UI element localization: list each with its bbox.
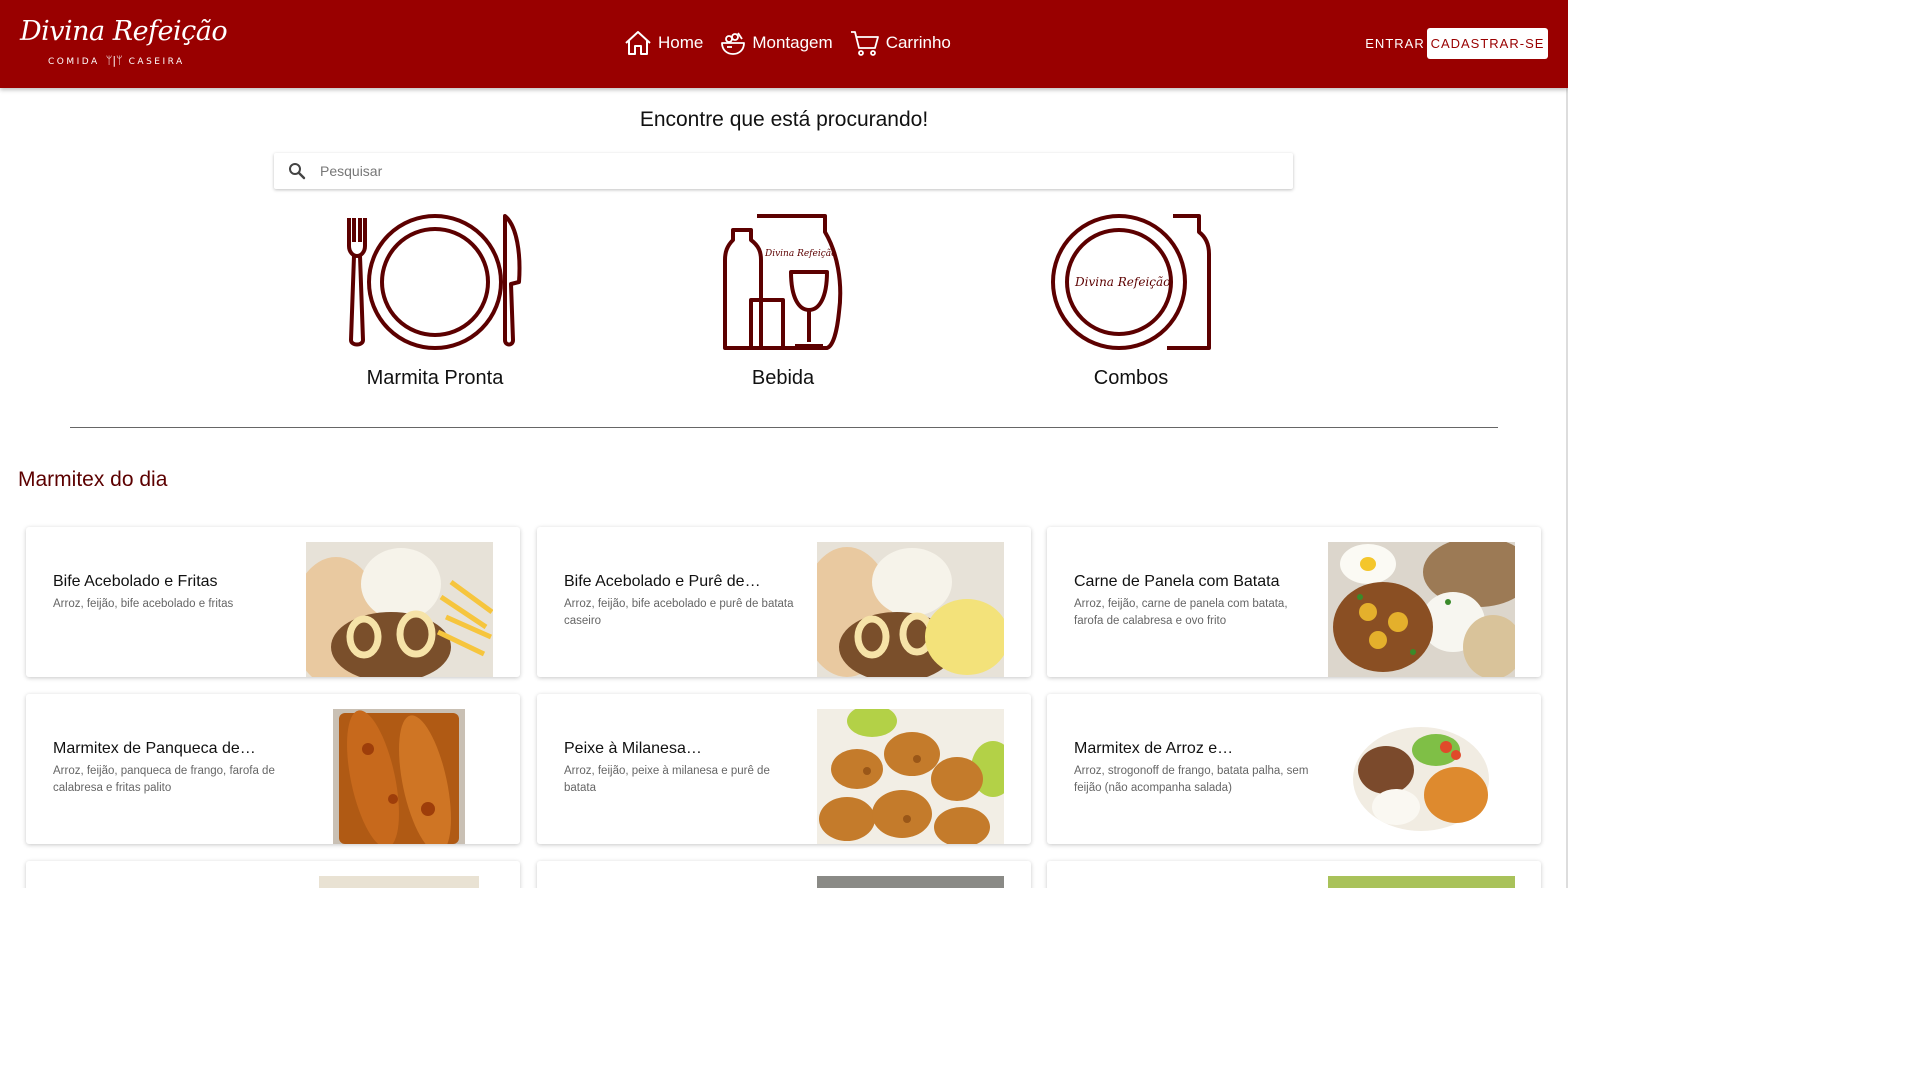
category-label: Combos: [1093, 367, 1169, 389]
product-description: Arroz, feijão, bife acebolado e purê de …: [564, 598, 794, 627]
product-description: Arroz, strogonoff de frango, batata palh…: [1074, 765, 1309, 794]
product-card[interactable]: [1047, 861, 1541, 888]
product-photo: [306, 542, 493, 677]
category-bebida[interactable]: Divina Refeição Bebida: [653, 212, 913, 392]
product-photo: [319, 876, 479, 888]
product-description: Arroz, feijão, bife acebolado e fritas: [53, 598, 234, 610]
scrollbar[interactable]: [1566, 0, 1568, 888]
brand-logo[interactable]: Divina Refeição COMIDA ᛘ|ᛘ CASEIRA: [18, 16, 228, 70]
section-divider: [70, 427, 1498, 428]
plate-cutlery-icon: [347, 214, 522, 350]
salad-bowl-icon: [721, 32, 746, 55]
product-photo: [1351, 725, 1491, 832]
product-photo: [817, 876, 1004, 888]
logo-sub-right: CASEIRA: [128, 57, 185, 67]
badge-text: Divina Refeição: [764, 248, 837, 259]
badge-text: Divina Refeição: [1074, 275, 1170, 289]
search-bar[interactable]: [274, 153, 1293, 189]
product-photo: [333, 709, 465, 844]
category-label: Marmita Pronta: [366, 367, 504, 389]
section-title: Marmitex do dia: [18, 468, 168, 491]
product-title: Marmitex de Panqueca de…: [53, 740, 256, 757]
category-label: Bebida: [751, 367, 815, 389]
product-title: Marmitex de Arroz e…: [1074, 740, 1234, 757]
product-card[interactable]: Peixe à Milanesa… Arroz, feijão, peixe à…: [537, 694, 1031, 844]
home-icon: [625, 31, 651, 55]
search-icon: [289, 163, 306, 180]
category-marmita-pronta[interactable]: Marmita Pronta: [305, 212, 565, 392]
drinks-icon: Divina Refeição: [723, 214, 843, 350]
product-photo: [817, 709, 1004, 844]
product-photo: [817, 542, 1004, 677]
product-photo: [1328, 542, 1515, 677]
product-photo: [1328, 876, 1515, 888]
category-combos[interactable]: Divina Refeição Combos: [1001, 212, 1261, 392]
product-description: Arroz, feijão, peixe à milanesa e purê d…: [564, 765, 770, 794]
signup-button[interactable]: CADASTRAR-SE: [1427, 28, 1548, 59]
product-card[interactable]: Marmitex de Panqueca de… Arroz, feijão, …: [26, 694, 520, 844]
cart-icon: [850, 31, 879, 56]
cutlery-icon: ᛘ|ᛘ: [105, 54, 123, 67]
nav-montagem-label: Montagem: [752, 33, 833, 52]
plate-bottle-icon: Divina Refeição: [1051, 214, 1211, 350]
main-nav: Home Montagem Carrinho: [624, 26, 968, 60]
product-description: Arroz, feijão, panqueca de frango, farof…: [53, 765, 275, 794]
product-description: Arroz, feijão, carne de panela com batat…: [1074, 598, 1288, 627]
product-card[interactable]: Bife Acebolado e Fritas Arroz, feijão, b…: [26, 527, 520, 677]
product-card[interactable]: Marmitex de Arroz e… Arroz, strogonoff d…: [1047, 694, 1541, 844]
login-button[interactable]: ENTRAR: [1362, 28, 1428, 58]
logo-subtitle: COMIDA ᛘ|ᛘ CASEIRA: [48, 54, 185, 67]
product-card[interactable]: [26, 861, 520, 888]
nav-home-label: Home: [658, 33, 704, 52]
product-card[interactable]: [537, 861, 1031, 888]
search-headline: Encontre que está procurando!: [639, 108, 929, 131]
nav-carrinho-label: Carrinho: [885, 33, 951, 52]
top-app-bar: Divina Refeição COMIDA ᛘ|ᛘ CASEIRA Home: [0, 0, 1568, 88]
nav-home[interactable]: Home: [624, 30, 703, 56]
product-title: Bife Acebolado e Purê de…: [564, 573, 761, 590]
product-card[interactable]: Bife Acebolado e Purê de… Arroz, feijão,…: [537, 527, 1031, 677]
logo-sub-left: COMIDA: [48, 57, 100, 67]
logo-script-text: Divina Refeição: [20, 16, 228, 47]
nav-carrinho[interactable]: Carrinho: [850, 30, 951, 56]
product-title: Bife Acebolado e Fritas: [53, 573, 218, 590]
search-input[interactable]: [320, 153, 1280, 189]
product-card[interactable]: Carne de Panela com Batata Arroz, feijão…: [1047, 527, 1541, 677]
nav-montagem[interactable]: Montagem: [720, 30, 833, 56]
product-title: Carne de Panela com Batata: [1074, 573, 1280, 590]
product-title: Peixe à Milanesa…: [564, 740, 702, 757]
page: Divina Refeição COMIDA ᛘ|ᛘ CASEIRA Home: [0, 0, 1568, 888]
